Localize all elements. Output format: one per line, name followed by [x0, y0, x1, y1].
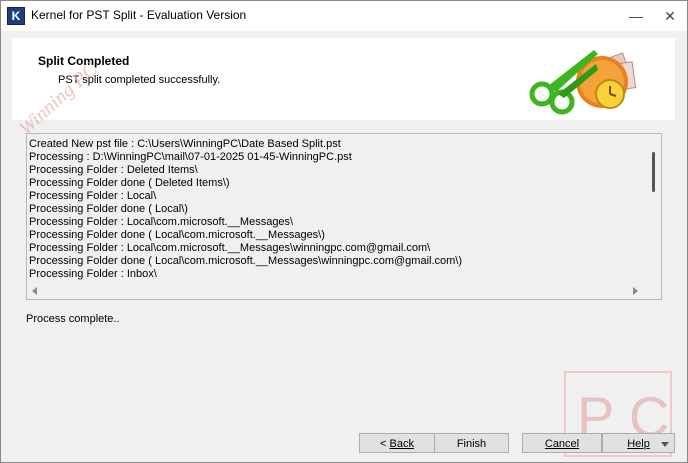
log-line: Processing Folder done ( Deleted Items\) — [29, 177, 230, 189]
back-label: Back — [389, 438, 414, 450]
header-title: Split Completed — [38, 54, 130, 68]
close-button[interactable]: ✕ — [653, 1, 687, 31]
log-line: Processing Folder : Local\com.microsoft.… — [29, 216, 294, 228]
help-label: Help — [627, 438, 650, 450]
app-window: K Kernel for PST Split - Evaluation Vers… — [0, 0, 688, 463]
log-line: Processing Folder done ( Local\) — [29, 203, 188, 215]
watermark-text: Winning PC — [20, 58, 102, 140]
log-line: Processing Folder : Local\com.microsoft.… — [29, 242, 431, 254]
log-line: Processing : D:\WinningPC\mail\07-01-202… — [29, 151, 352, 163]
cancel-label: Cancel — [544, 438, 580, 450]
scroll-left-icon[interactable] — [32, 287, 37, 295]
minimize-button[interactable]: — — [619, 1, 653, 31]
finish-button[interactable]: Finish — [434, 433, 509, 453]
scissors-clock-icon — [529, 50, 637, 115]
log-line: Processing Folder : Deleted Items\ — [29, 164, 198, 176]
back-prefix: < — [380, 438, 390, 450]
log-line: Processing Folder : Local\ — [29, 190, 157, 202]
log-line: Processing Folder done ( Local\com.micro… — [29, 255, 463, 267]
log-area[interactable]: Created New pst file : C:\Users\WinningP… — [26, 133, 662, 300]
log-line: Processing Folder done ( Local\com.micro… — [29, 229, 325, 241]
scroll-right-icon[interactable] — [633, 287, 638, 295]
vertical-scrollbar[interactable] — [647, 134, 661, 284]
chevron-down-icon — [661, 442, 669, 447]
log-line: Processing Folder : Inbox\ — [29, 268, 157, 280]
header-subtitle: PST split completed successfully. — [58, 74, 221, 86]
cancel-button[interactable]: Cancel — [522, 433, 602, 453]
window-title: Kernel for PST Split - Evaluation Versio… — [31, 8, 247, 22]
horizontal-scrollbar[interactable] — [27, 284, 647, 299]
log-lines: Created New pst file : C:\Users\WinningP… — [29, 138, 645, 284]
app-icon[interactable]: K — [7, 7, 25, 25]
help-button[interactable]: Help — [602, 433, 675, 453]
vertical-scroll-thumb[interactable] — [652, 152, 655, 192]
header-banner: Split Completed PST split completed succ… — [12, 38, 675, 140]
title-bar: K Kernel for PST Split - Evaluation Vers… — [1, 1, 687, 31]
back-button[interactable]: < Back — [359, 433, 435, 453]
log-line: Created New pst file : C:\Users\WinningP… — [29, 138, 341, 150]
status-text: Process complete.. — [26, 313, 120, 325]
